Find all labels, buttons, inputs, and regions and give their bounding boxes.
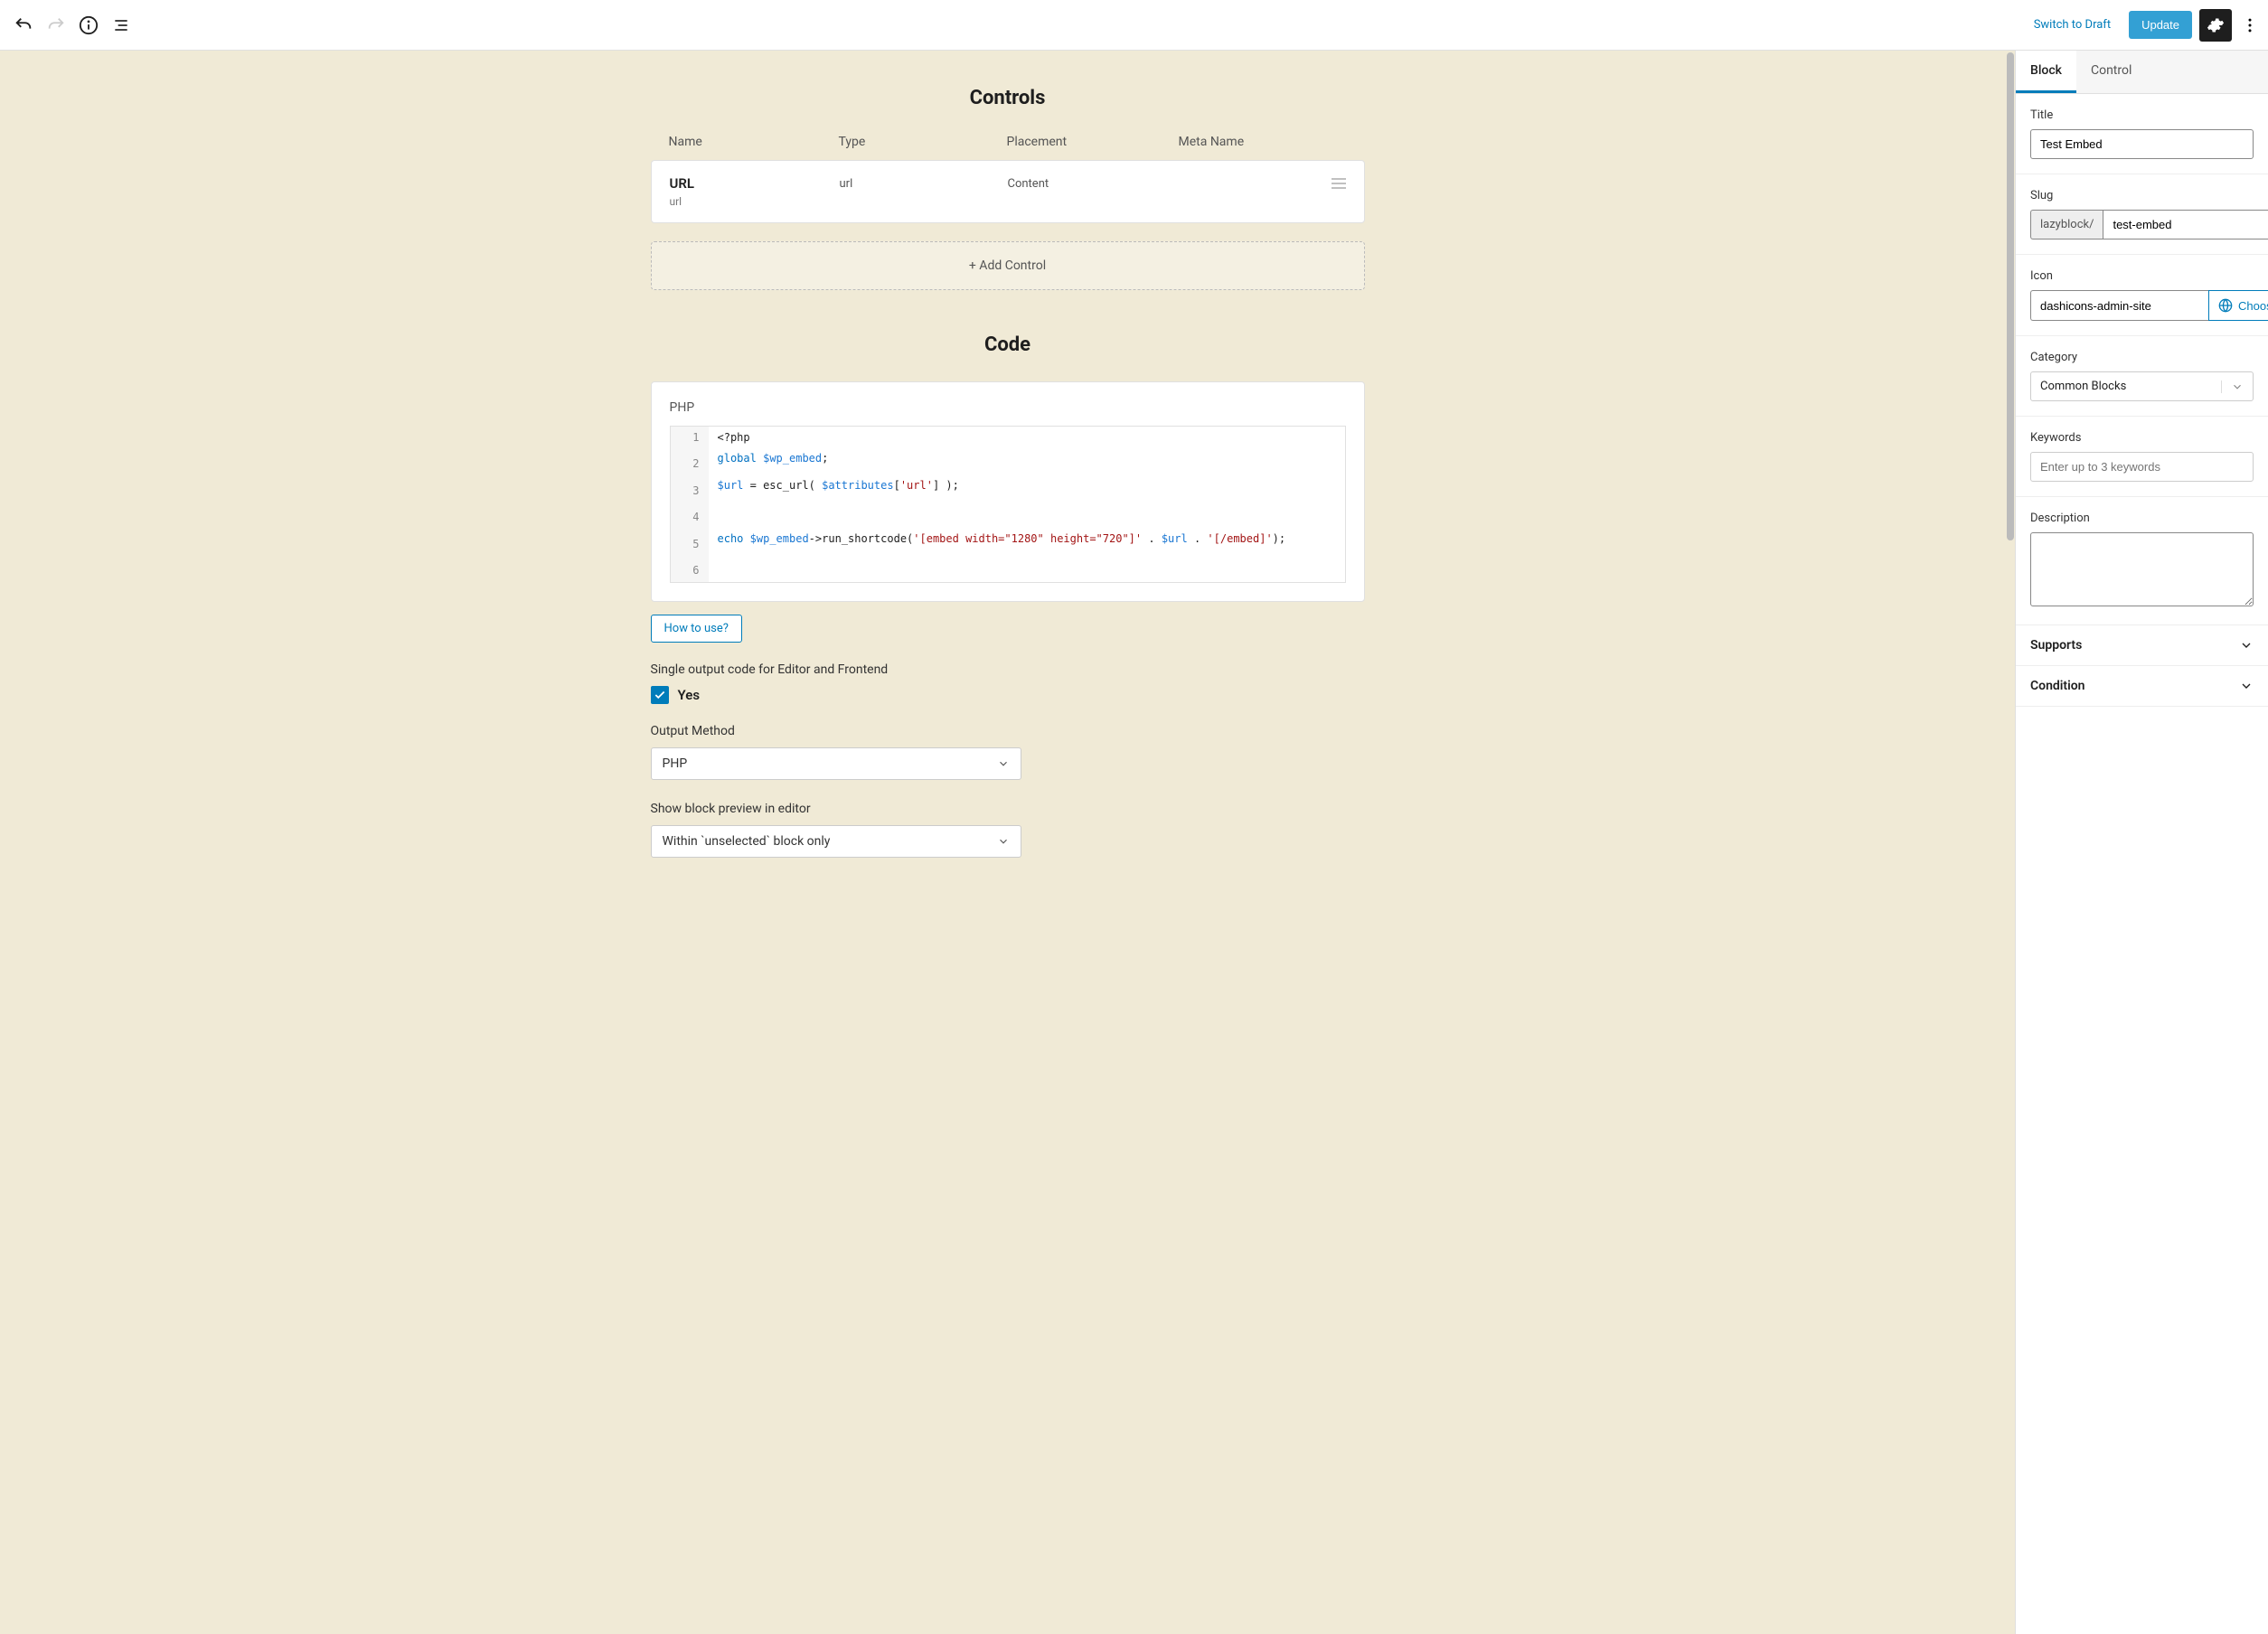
control-placement: Content bbox=[1008, 175, 1180, 191]
slug-input[interactable] bbox=[2103, 210, 2268, 239]
slug-prefix: lazyblock/ bbox=[2030, 210, 2103, 239]
description-label: Description bbox=[2030, 512, 2254, 525]
line-number: 1 bbox=[671, 427, 709, 451]
output-method-label: Output Method bbox=[651, 724, 1365, 738]
title-label: Title bbox=[2030, 108, 2254, 122]
how-to-use-button[interactable]: How to use? bbox=[651, 615, 742, 643]
code-line: global $wp_embed; bbox=[709, 451, 1345, 477]
sidebar-tabs: Block Control bbox=[2016, 51, 2268, 94]
chevron-down-icon bbox=[2239, 679, 2254, 693]
info-button[interactable] bbox=[72, 9, 105, 42]
title-input[interactable] bbox=[2030, 129, 2254, 159]
supports-label: Supports bbox=[2030, 638, 2082, 653]
switch-to-draft-link[interactable]: Switch to Draft bbox=[2023, 11, 2122, 39]
code-editor[interactable]: 1<?php 2global $wp_embed; 3$url = esc_ur… bbox=[670, 426, 1346, 583]
category-select[interactable]: Common Blocks bbox=[2030, 371, 2254, 401]
main-content: Controls Name Type Placement Meta Name U… bbox=[0, 51, 2015, 1634]
preview-label: Show block preview in editor bbox=[651, 802, 1365, 816]
line-number: 4 bbox=[671, 504, 709, 531]
settings-button[interactable] bbox=[2199, 9, 2232, 42]
chevron-down-icon bbox=[997, 757, 1010, 770]
update-button[interactable]: Update bbox=[2129, 11, 2192, 39]
preview-value: Within `unselected` block only bbox=[663, 834, 831, 849]
control-row-url[interactable]: URL url url Content bbox=[651, 160, 1365, 223]
keywords-input[interactable] bbox=[2030, 452, 2254, 482]
chevron-down-icon bbox=[997, 835, 1010, 848]
category-value: Common Blocks bbox=[2040, 380, 2126, 393]
checkbox-checked-icon[interactable] bbox=[651, 686, 669, 704]
category-label: Category bbox=[2030, 351, 2254, 364]
code-line: echo $wp_embed->run_shortcode('[embed wi… bbox=[709, 531, 1345, 558]
header-name: Name bbox=[669, 135, 839, 149]
scrollbar-thumb[interactable] bbox=[2007, 52, 2014, 540]
code-line bbox=[709, 504, 1345, 531]
single-output-label: Single output code for Editor and Fronte… bbox=[651, 662, 1365, 677]
main-layout: Controls Name Type Placement Meta Name U… bbox=[0, 51, 2268, 1634]
redo-button[interactable] bbox=[40, 9, 72, 42]
line-number: 2 bbox=[671, 451, 709, 477]
slug-label: Slug bbox=[2030, 189, 2254, 202]
header-type: Type bbox=[839, 135, 1007, 149]
output-method-value: PHP bbox=[663, 756, 688, 771]
line-number: 5 bbox=[671, 531, 709, 558]
control-sub: url bbox=[670, 195, 840, 208]
controls-table-header: Name Type Placement Meta Name bbox=[651, 135, 1365, 160]
more-options-button[interactable] bbox=[2239, 9, 2261, 42]
settings-sidebar: Block Control Title Slug lazyblock/ Icon… bbox=[2015, 51, 2268, 1634]
chevron-down-icon bbox=[2221, 380, 2244, 393]
choose-label: Choose bbox=[2238, 299, 2268, 313]
header-meta: Meta Name bbox=[1179, 135, 1347, 149]
top-toolbar: Switch to Draft Update bbox=[0, 0, 2268, 51]
icon-input[interactable] bbox=[2030, 290, 2208, 321]
controls-heading: Controls bbox=[651, 87, 1365, 109]
condition-accordion[interactable]: Condition bbox=[2016, 666, 2268, 707]
scrollbar[interactable] bbox=[2004, 51, 2015, 1634]
line-number: 3 bbox=[671, 478, 709, 504]
single-output-checkbox-row[interactable]: Yes bbox=[651, 686, 1365, 704]
description-textarea[interactable] bbox=[2030, 532, 2254, 606]
toolbar-right: Switch to Draft Update bbox=[2023, 9, 2261, 42]
output-method-select[interactable]: PHP bbox=[651, 747, 1021, 780]
code-line: <?php bbox=[709, 427, 1345, 451]
code-card: PHP 1<?php 2global $wp_embed; 3$url = es… bbox=[651, 381, 1365, 602]
supports-accordion[interactable]: Supports bbox=[2016, 625, 2268, 666]
toolbar-left bbox=[7, 9, 137, 42]
tab-control[interactable]: Control bbox=[2076, 51, 2146, 93]
code-line bbox=[709, 558, 1345, 582]
line-number: 6 bbox=[671, 558, 709, 582]
preview-select[interactable]: Within `unselected` block only bbox=[651, 825, 1021, 858]
chevron-down-icon bbox=[2239, 638, 2254, 653]
drag-handle-icon[interactable] bbox=[1332, 175, 1346, 190]
condition-label: Condition bbox=[2030, 679, 2085, 693]
globe-icon bbox=[2218, 298, 2233, 313]
code-lang-label: PHP bbox=[670, 400, 1346, 415]
icon-label: Icon bbox=[2030, 269, 2254, 283]
outline-button[interactable] bbox=[105, 9, 137, 42]
add-control-button[interactable]: + Add Control bbox=[651, 241, 1365, 290]
control-title: URL bbox=[670, 175, 840, 192]
header-placement: Placement bbox=[1007, 135, 1179, 149]
keywords-label: Keywords bbox=[2030, 431, 2254, 445]
code-line: $url = esc_url( $attributes['url'] ); bbox=[709, 478, 1345, 504]
control-type: url bbox=[840, 175, 1008, 191]
yes-label: Yes bbox=[678, 687, 701, 703]
choose-icon-button[interactable]: Choose bbox=[2208, 290, 2268, 321]
code-heading: Code bbox=[651, 333, 1365, 356]
undo-button[interactable] bbox=[7, 9, 40, 42]
tab-block[interactable]: Block bbox=[2016, 51, 2076, 93]
